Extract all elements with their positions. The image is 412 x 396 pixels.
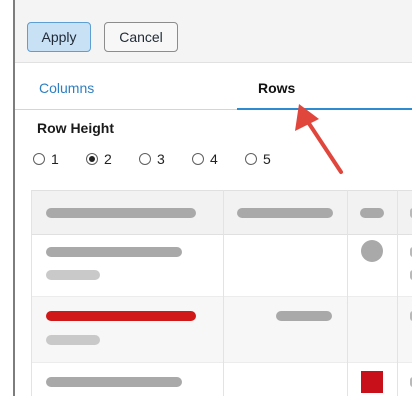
column-divider [223, 190, 224, 396]
radio-button[interactable] [139, 153, 151, 165]
radio-label: 1 [51, 151, 59, 167]
grid-header [32, 190, 412, 235]
tab-rows[interactable]: Rows [258, 80, 295, 96]
grid-row [32, 235, 412, 297]
row-height-option-5[interactable]: 5 [245, 150, 271, 168]
row-placeholder [46, 335, 100, 345]
status-square-icon [361, 371, 383, 393]
grid-row-highlighted [32, 297, 412, 363]
header-placeholder [237, 208, 333, 218]
radio-label: 4 [210, 151, 218, 167]
radio-label: 3 [157, 151, 165, 167]
radio-button[interactable] [33, 153, 45, 165]
radio-button[interactable] [245, 153, 257, 165]
column-divider [397, 190, 398, 396]
row-placeholder [46, 270, 100, 280]
grid-preview [31, 190, 412, 396]
header-placeholder [46, 208, 196, 218]
row-height-option-2[interactable]: 2 [86, 150, 112, 168]
row-placeholder [46, 247, 182, 257]
header-placeholder [360, 208, 384, 218]
row-placeholder [46, 377, 182, 387]
status-circle-icon [361, 240, 383, 262]
row-height-option-1[interactable]: 1 [33, 150, 59, 168]
radio-label: 5 [263, 151, 271, 167]
row-height-option-4[interactable]: 4 [192, 150, 218, 168]
radio-button[interactable] [192, 153, 204, 165]
panel-frame: Apply Cancel Columns Rows Row Height 1 2… [13, 0, 412, 396]
column-divider [347, 190, 348, 396]
row-placeholder [276, 311, 332, 321]
active-tab-indicator [237, 108, 412, 110]
radio-label: 2 [104, 151, 112, 167]
tab-columns[interactable]: Columns [39, 80, 94, 96]
toolbar: Apply Cancel [15, 0, 412, 63]
row-height-title: Row Height [37, 120, 114, 136]
cancel-button[interactable]: Cancel [104, 22, 178, 52]
apply-button[interactable]: Apply [27, 22, 91, 52]
radio-button[interactable] [86, 153, 98, 165]
row-height-option-3[interactable]: 3 [139, 150, 165, 168]
highlight-bar [46, 311, 196, 321]
grid-row [32, 363, 412, 396]
